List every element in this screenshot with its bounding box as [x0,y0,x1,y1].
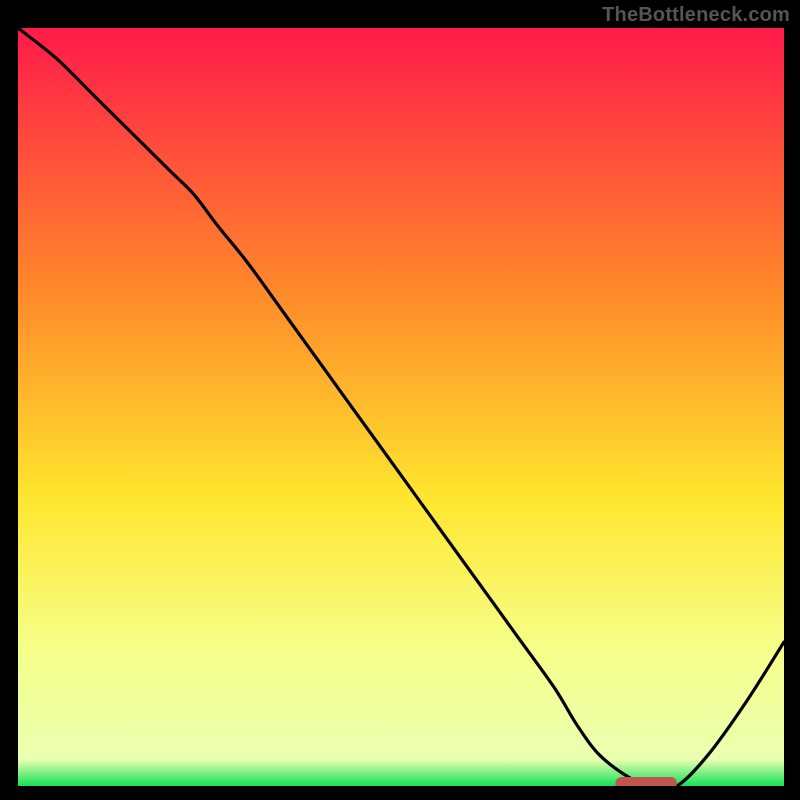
watermark-text: TheBottleneck.com [602,4,790,27]
chart-frame: TheBottleneck.com [0,0,800,800]
chart-svg [18,28,784,786]
gradient-background [18,28,784,786]
plot-area [18,28,784,786]
optimal-range-marker [616,777,677,786]
